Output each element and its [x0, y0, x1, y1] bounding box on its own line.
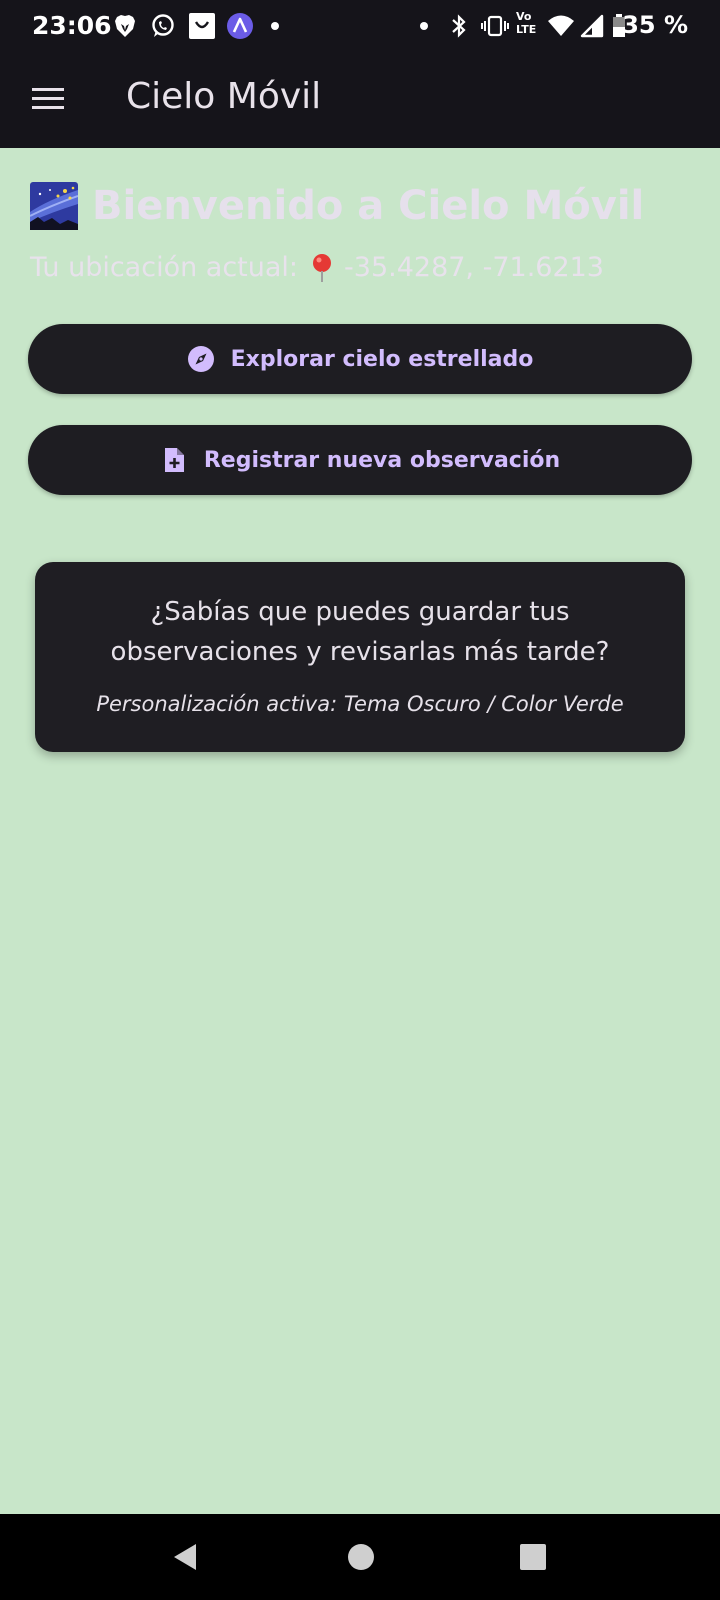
- menu-icon[interactable]: [30, 84, 66, 114]
- app-bar: Cielo Móvil: [0, 52, 720, 148]
- back-icon[interactable]: [172, 1542, 198, 1572]
- app-title: Cielo Móvil: [126, 76, 322, 117]
- navigation-bar: [0, 1514, 720, 1600]
- explore-sky-button[interactable]: Explorar cielo estrellado: [28, 324, 692, 394]
- volte-icon: Vo LTE: [516, 10, 537, 36]
- tip-card: ¿Sabías que puedes guardar tus observaci…: [35, 562, 685, 752]
- location-label: Tu ubicación actual:: [30, 252, 299, 283]
- note-add-icon: [164, 448, 184, 472]
- explore-sky-label: Explorar cielo estrellado: [230, 346, 534, 372]
- wifi-icon: [548, 15, 574, 36]
- personalization-text: Personalización activa: Tema Oscuro / Co…: [96, 692, 624, 716]
- whatsapp-icon: [152, 14, 174, 37]
- register-observation-button[interactable]: Registrar nueva observación: [28, 425, 692, 495]
- bluetooth-icon: [452, 14, 466, 38]
- arc-icon: [227, 13, 253, 39]
- status-time: 23:06: [32, 11, 112, 40]
- welcome-row: Bienvenido a Cielo Móvil: [30, 180, 644, 232]
- dot-icon: [420, 22, 428, 30]
- dot-icon: [271, 22, 279, 30]
- register-observation-label: Registrar nueva observación: [203, 447, 561, 473]
- signal-icon: [580, 14, 604, 38]
- milky-way-icon: [30, 182, 78, 230]
- battery-percent: 35 %: [622, 11, 688, 39]
- recents-icon[interactable]: [519, 1543, 547, 1571]
- vibrate-icon: [481, 15, 509, 37]
- pin-icon: [313, 253, 332, 282]
- shopping-bag-icon: [189, 13, 215, 39]
- compass-icon: [187, 346, 214, 372]
- brave-icon: [115, 15, 135, 37]
- location-row: Tu ubicación actual: -35.4287, -71.6213: [30, 252, 604, 283]
- welcome-title: Bienvenido a Cielo Móvil: [92, 183, 645, 229]
- home-icon[interactable]: [347, 1543, 375, 1571]
- status-bar: 23:06 Vo LTE 35 %: [0, 0, 720, 52]
- tip-text: ¿Sabías que puedes guardar tus observaci…: [110, 597, 610, 667]
- location-coords: -35.4287, -71.6213: [344, 252, 604, 283]
